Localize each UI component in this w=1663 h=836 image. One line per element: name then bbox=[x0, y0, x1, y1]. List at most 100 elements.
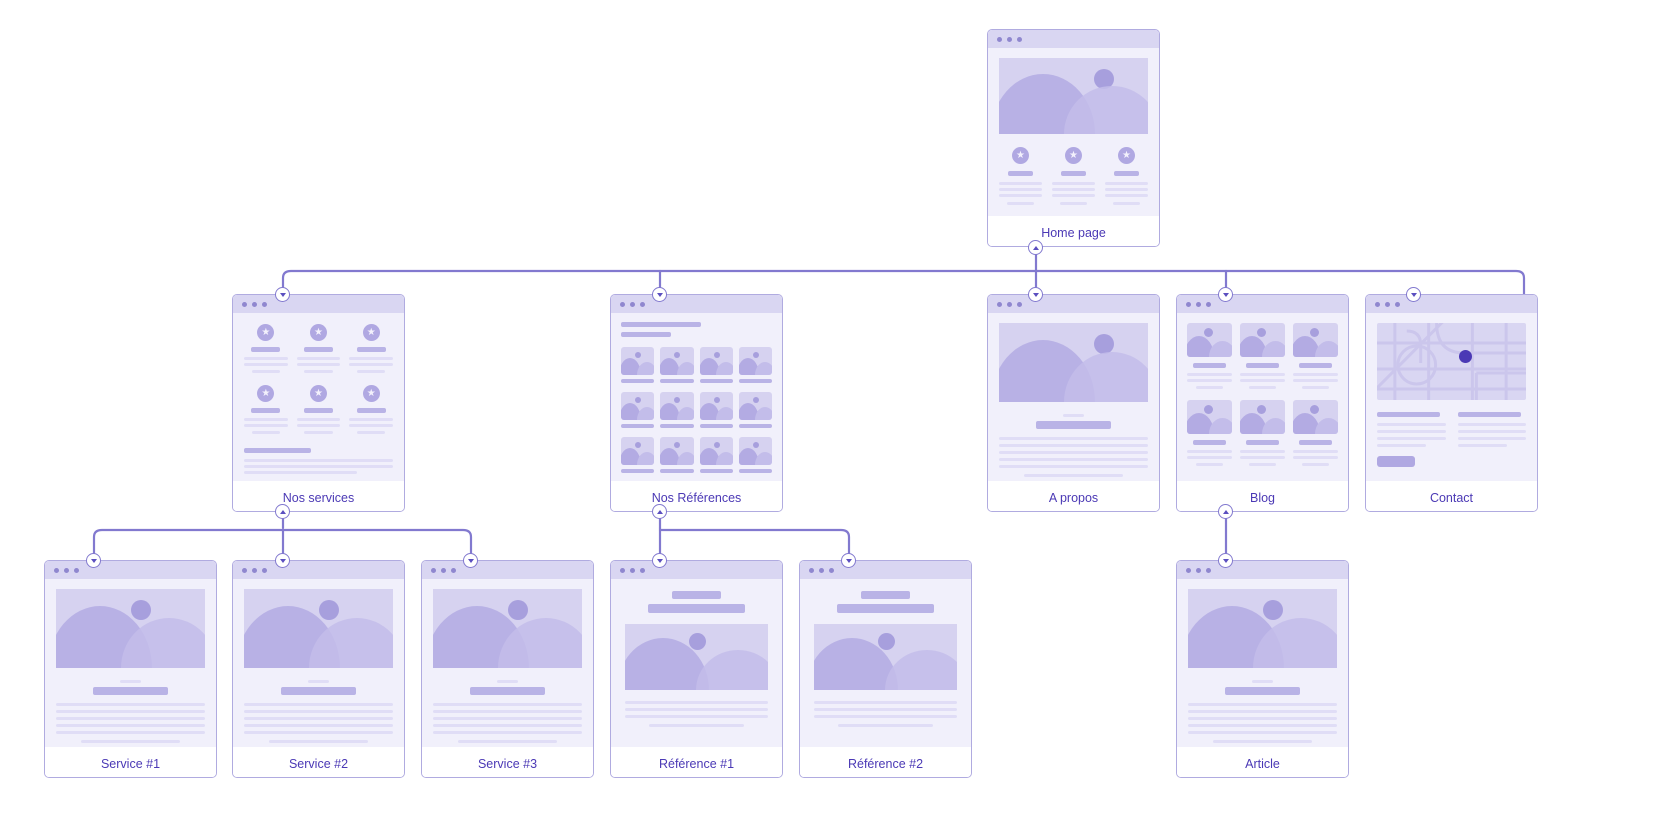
contact-info-column bbox=[1377, 412, 1446, 467]
blog-post-cell bbox=[1293, 400, 1338, 466]
article-browser-mock bbox=[1177, 561, 1348, 747]
gallery-cell bbox=[700, 437, 733, 473]
gallery-cell bbox=[700, 347, 733, 383]
node-card-home[interactable]: ★ ★ bbox=[987, 29, 1160, 247]
node-label-about: A propos bbox=[988, 481, 1159, 512]
gallery-cell bbox=[660, 392, 693, 428]
star-icon: ★ bbox=[1065, 147, 1082, 164]
map-roads-icon bbox=[1377, 323, 1526, 400]
star-icon: ★ bbox=[363, 324, 380, 341]
article-body bbox=[1188, 680, 1337, 743]
gallery-cell bbox=[739, 437, 772, 473]
hero-image bbox=[999, 323, 1148, 402]
collapse-toggle-services[interactable] bbox=[275, 504, 290, 519]
gallery-cell bbox=[621, 347, 654, 383]
hero-image bbox=[625, 624, 768, 690]
gallery-cell bbox=[660, 437, 693, 473]
collapse-toggle-home[interactable] bbox=[1028, 240, 1043, 255]
collapse-toggle-blog[interactable] bbox=[1218, 504, 1233, 519]
node-card-service2[interactable]: Service #2 bbox=[232, 560, 405, 778]
node-card-reference1[interactable]: Référence #1 bbox=[610, 560, 783, 778]
expand-toggle-reference1[interactable] bbox=[652, 553, 667, 568]
gallery-cell bbox=[621, 437, 654, 473]
node-label-home: Home page bbox=[988, 216, 1159, 247]
service-cell: ★ bbox=[349, 385, 393, 434]
reference1-body bbox=[625, 701, 768, 727]
window-controls-icon bbox=[233, 561, 404, 579]
reference2-browser-mock bbox=[800, 561, 971, 747]
reference1-browser-mock bbox=[611, 561, 782, 747]
service3-browser-mock bbox=[422, 561, 593, 747]
node-card-blog[interactable]: Blog bbox=[1176, 294, 1349, 512]
expand-toggle-service2[interactable] bbox=[275, 553, 290, 568]
services-footer-text bbox=[244, 448, 393, 474]
expand-toggle-article[interactable] bbox=[1218, 553, 1233, 568]
node-label-contact: Contact bbox=[1366, 481, 1537, 512]
node-label-references: Nos Références bbox=[611, 481, 782, 512]
window-controls-icon bbox=[1366, 295, 1537, 313]
node-card-services[interactable]: ★ ★ ★ bbox=[232, 294, 405, 512]
node-label-service2: Service #2 bbox=[233, 747, 404, 778]
expand-toggle-services[interactable] bbox=[275, 287, 290, 302]
blog-post-cell bbox=[1293, 323, 1338, 389]
hero-image bbox=[1188, 589, 1337, 668]
star-icon: ★ bbox=[257, 385, 274, 402]
node-card-about[interactable]: A propos bbox=[987, 294, 1160, 512]
window-controls-icon bbox=[422, 561, 593, 579]
services-browser-mock: ★ ★ ★ bbox=[233, 295, 404, 481]
blog-post-cell bbox=[1240, 400, 1285, 466]
feature-column: ★ bbox=[1105, 147, 1148, 205]
service2-browser-mock bbox=[233, 561, 404, 747]
node-label-service3: Service #3 bbox=[422, 747, 593, 778]
about-body bbox=[999, 414, 1148, 477]
home-browser-mock: ★ ★ bbox=[988, 30, 1159, 216]
reference2-body bbox=[814, 701, 957, 727]
node-card-article[interactable]: Article bbox=[1176, 560, 1349, 778]
blog-browser-mock bbox=[1177, 295, 1348, 481]
window-controls-icon bbox=[45, 561, 216, 579]
node-card-references[interactable]: Nos Références bbox=[610, 294, 783, 512]
window-controls-icon bbox=[800, 561, 971, 579]
hero-image bbox=[56, 589, 205, 668]
node-label-reference1: Référence #1 bbox=[611, 747, 782, 778]
star-icon: ★ bbox=[257, 324, 274, 341]
expand-toggle-contact[interactable] bbox=[1406, 287, 1421, 302]
gallery-cell bbox=[739, 347, 772, 383]
hero-image bbox=[814, 624, 957, 690]
service1-body bbox=[56, 680, 205, 743]
node-label-reference2: Référence #2 bbox=[800, 747, 971, 778]
title-placeholder bbox=[837, 604, 934, 613]
expand-toggle-reference2[interactable] bbox=[841, 553, 856, 568]
service-cell: ★ bbox=[297, 324, 341, 373]
window-controls-icon bbox=[611, 561, 782, 579]
gallery-cell bbox=[621, 392, 654, 428]
service-cell: ★ bbox=[244, 385, 288, 434]
expand-toggle-service1[interactable] bbox=[86, 553, 101, 568]
node-card-service1[interactable]: Service #1 bbox=[44, 560, 217, 778]
node-card-service3[interactable]: Service #3 bbox=[421, 560, 594, 778]
hero-image bbox=[999, 58, 1148, 134]
node-card-reference2[interactable]: Référence #2 bbox=[799, 560, 972, 778]
gallery-cell bbox=[660, 347, 693, 383]
map-placeholder bbox=[1377, 323, 1526, 400]
node-label-blog: Blog bbox=[1177, 481, 1348, 512]
feature-column: ★ bbox=[1052, 147, 1095, 205]
expand-toggle-service3[interactable] bbox=[463, 553, 478, 568]
star-icon: ★ bbox=[1012, 147, 1029, 164]
hero-image bbox=[244, 589, 393, 668]
window-controls-icon bbox=[1177, 561, 1348, 579]
node-card-contact[interactable]: Contact bbox=[1365, 294, 1538, 512]
page-subheading-placeholder bbox=[621, 332, 671, 337]
star-icon: ★ bbox=[310, 324, 327, 341]
window-controls-icon bbox=[988, 30, 1159, 48]
expand-toggle-blog[interactable] bbox=[1218, 287, 1233, 302]
hero-image bbox=[433, 589, 582, 668]
eyebrow-placeholder bbox=[672, 591, 721, 599]
collapse-toggle-references[interactable] bbox=[652, 504, 667, 519]
about-browser-mock bbox=[988, 295, 1159, 481]
expand-toggle-references[interactable] bbox=[652, 287, 667, 302]
feature-column: ★ bbox=[999, 147, 1042, 205]
contact-cta-button[interactable] bbox=[1377, 456, 1415, 467]
references-browser-mock bbox=[611, 295, 782, 481]
expand-toggle-about[interactable] bbox=[1028, 287, 1043, 302]
